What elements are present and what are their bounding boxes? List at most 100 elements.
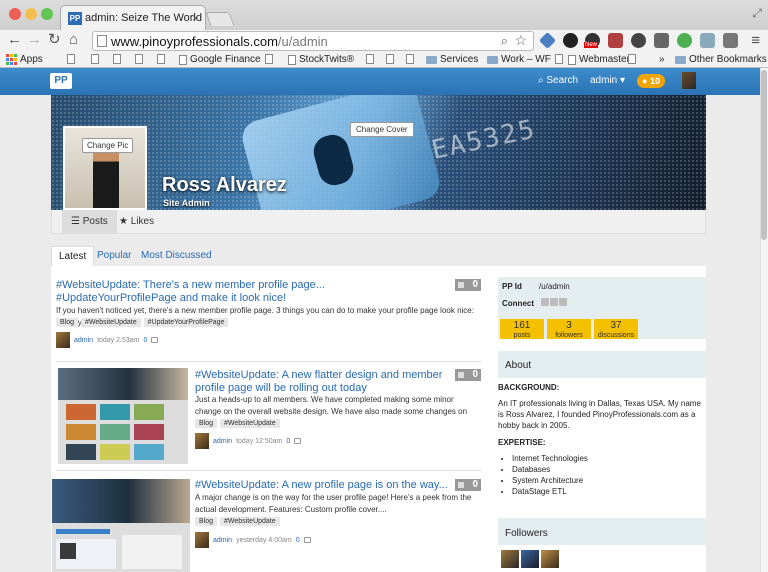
url-path: /u/admin	[277, 34, 328, 49]
minimize-window-button[interactable]	[25, 8, 37, 20]
author-link[interactable]: admin	[213, 438, 232, 445]
apps-grid-icon	[6, 54, 17, 65]
twitter-icon[interactable]	[559, 298, 567, 306]
extension-tools-icon[interactable]	[723, 33, 738, 48]
post-title[interactable]: #WebsiteUpdate: A new profile page is on…	[195, 479, 450, 492]
tag[interactable]: Blog	[195, 419, 218, 428]
reload-icon[interactable]: ↻	[48, 32, 61, 48]
header-search[interactable]: ⌕ Search	[538, 75, 578, 86]
extension-g-icon[interactable]	[563, 33, 578, 48]
bookmark-webmaster[interactable]: Webmaster	[568, 54, 630, 65]
fullscreen-icon[interactable]: ⤢	[752, 6, 762, 21]
gear-icon[interactable]	[631, 33, 646, 48]
tag[interactable]: Blog	[56, 318, 79, 327]
like-button[interactable]: 0	[455, 279, 481, 291]
star-icon: ★	[119, 216, 131, 227]
tag[interactable]: #WebsiteUpdate	[81, 318, 141, 327]
tag[interactable]: Blog	[195, 517, 218, 526]
site-logo[interactable]: PP	[50, 73, 72, 89]
bookmark-other[interactable]: Other Bookmarks	[675, 54, 767, 65]
bookmark-page-icon[interactable]	[91, 54, 99, 64]
bookmark-stocktwits[interactable]: StockTwits®	[288, 54, 354, 65]
bookmark-page-icon[interactable]	[157, 54, 165, 64]
follower-avatar[interactable]	[501, 550, 519, 568]
bookmark-page-icon[interactable]	[555, 54, 563, 64]
comment-icon	[294, 438, 302, 444]
extension-new-icon[interactable]: New	[584, 33, 600, 48]
bookmark-page-icon[interactable]	[386, 54, 394, 64]
close-window-button[interactable]	[9, 8, 21, 20]
stat-followers[interactable]: 3 followers	[547, 319, 591, 339]
change-cover-button[interactable]: Change Cover	[350, 122, 414, 137]
back-icon[interactable]: ←	[7, 32, 22, 48]
notification-badge[interactable]: ● 10	[637, 74, 665, 88]
bookmark-page-icon[interactable]	[366, 54, 374, 64]
pp-id-label: PP Id	[502, 282, 522, 291]
header-avatar[interactable]	[682, 72, 696, 89]
address-bar[interactable]: www.pinoyprofessionals.com/u/admin ⌕ ☆	[92, 31, 534, 51]
tab-latest[interactable]: Latest	[51, 246, 95, 266]
author-link[interactable]: admin	[74, 337, 93, 344]
close-tab-icon[interactable]: ×	[192, 11, 199, 25]
follower-avatar[interactable]	[521, 550, 539, 568]
thumbs-up-icon	[458, 372, 464, 378]
post-thumbnail[interactable]	[58, 368, 188, 464]
author-avatar[interactable]	[56, 332, 70, 348]
rss-icon[interactable]	[541, 298, 549, 306]
author-avatar[interactable]	[195, 532, 209, 548]
extension-red-icon[interactable]	[608, 33, 623, 48]
background-heading: BACKGROUND:	[498, 383, 560, 392]
tab-title: admin: Seize The World | p	[85, 12, 206, 24]
extension-green-icon[interactable]	[677, 33, 692, 48]
like-button[interactable]: 0	[455, 479, 481, 491]
bookmark-page-icon[interactable]	[628, 54, 636, 64]
change-pic-button[interactable]: Change Pic	[82, 138, 134, 153]
tab-posts[interactable]: ☰ Posts	[62, 210, 117, 233]
comment-icon	[151, 337, 159, 343]
tab-likes[interactable]: ★ Likes	[110, 210, 163, 233]
comment-count[interactable]: 0	[144, 337, 148, 344]
scrollbar-thumb[interactable]	[761, 70, 767, 240]
extension-monitor-icon[interactable]	[654, 33, 669, 48]
search-icon[interactable]: ⌕	[501, 33, 508, 49]
tag[interactable]: #WebsiteUpdate	[220, 517, 280, 526]
bookmark-google-finance[interactable]: Google Finance	[179, 54, 261, 65]
bookmark-page-icon[interactable]	[265, 54, 273, 64]
bookmark-page-icon[interactable]	[67, 54, 75, 64]
new-tab-button[interactable]	[205, 12, 235, 26]
author-avatar[interactable]	[195, 433, 209, 449]
list-item: Databases	[512, 464, 703, 475]
forward-icon[interactable]: →	[27, 32, 42, 48]
bookmark-star-icon[interactable]: ☆	[514, 32, 527, 49]
tab-most-discussed[interactable]: Most Discussed	[134, 246, 219, 266]
stat-posts[interactable]: 161 posts	[500, 319, 544, 339]
bookmark-page-icon[interactable]	[135, 54, 143, 64]
extension-puzzle-icon[interactable]	[539, 32, 556, 49]
like-button[interactable]: 0	[455, 369, 481, 381]
admin-menu[interactable]: admin ▾	[590, 75, 625, 86]
bookmark-services[interactable]: Services	[426, 54, 478, 65]
tag[interactable]: #WebsiteUpdate	[220, 419, 280, 428]
bookmarks-overflow[interactable]: »	[659, 54, 665, 65]
comment-count[interactable]: 0	[286, 438, 290, 445]
comment-count[interactable]: 0	[296, 537, 300, 544]
bookmark-apps[interactable]: Apps	[6, 54, 43, 65]
menu-icon[interactable]: ≡	[751, 32, 760, 49]
bookmark-page-icon[interactable]	[113, 54, 121, 64]
stat-discussions[interactable]: 37 discussions	[594, 319, 638, 339]
tab-popular[interactable]: Popular	[90, 246, 138, 266]
bookmark-page-icon[interactable]	[406, 54, 414, 64]
follower-avatar[interactable]	[541, 550, 559, 568]
post-title[interactable]: #WebsiteUpdate: There's a new member pro…	[56, 279, 448, 305]
facebook-icon[interactable]	[550, 298, 558, 306]
expertise-heading: EXPERTISE:	[498, 438, 546, 447]
post-thumbnail[interactable]	[52, 479, 190, 572]
post-title[interactable]: #WebsiteUpdate: A new flatter design and…	[195, 369, 450, 395]
maximize-window-button[interactable]	[41, 8, 53, 20]
bookmark-work-wf[interactable]: Work – WF	[487, 54, 551, 65]
home-icon[interactable]: ⌂	[69, 32, 78, 48]
tag[interactable]: #UpdateYourProfilePage	[143, 318, 229, 327]
browser-tab[interactable]: PP admin: Seize The World | p ×	[60, 5, 206, 30]
author-link[interactable]: admin	[213, 537, 232, 544]
extension-folder-icon[interactable]	[700, 33, 715, 48]
